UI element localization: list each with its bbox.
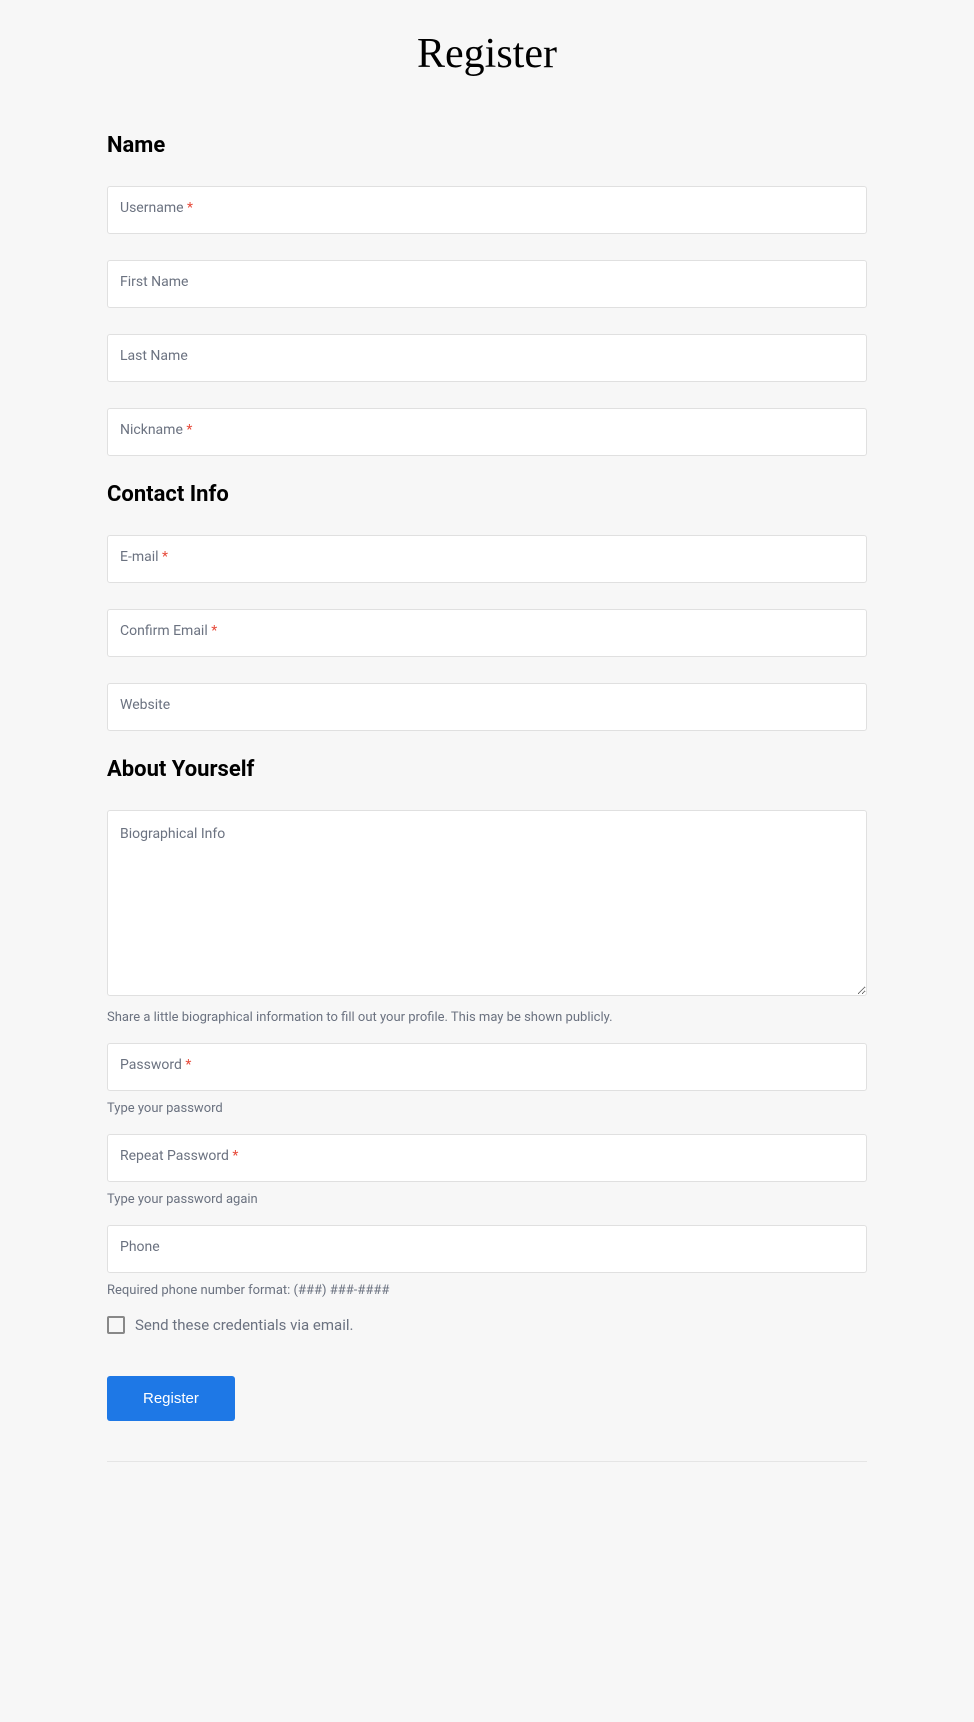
- password-input[interactable]: [107, 1043, 867, 1091]
- username-field-wrapper: Username *: [107, 186, 867, 234]
- section-heading-contact: Contact Info: [107, 482, 867, 507]
- phone-field-wrapper: Phone: [107, 1225, 867, 1273]
- username-input[interactable]: [107, 186, 867, 234]
- last-name-field-wrapper: Last Name: [107, 334, 867, 382]
- register-button[interactable]: Register: [107, 1376, 235, 1421]
- password-field-wrapper: Password *: [107, 1043, 867, 1091]
- phone-help-text: Required phone number format: (###) ###-…: [107, 1283, 867, 1298]
- phone-input[interactable]: [107, 1225, 867, 1273]
- send-credentials-label: Send these credentials via email.: [135, 1316, 353, 1334]
- page-title: Register: [107, 30, 867, 78]
- first-name-input[interactable]: [107, 260, 867, 308]
- nickname-input[interactable]: [107, 408, 867, 456]
- repeat-password-field-wrapper: Repeat Password *: [107, 1134, 867, 1182]
- repeat-password-help-text: Type your password again: [107, 1192, 867, 1207]
- password-help-text: Type your password: [107, 1101, 867, 1116]
- bio-textarea[interactable]: [107, 810, 867, 996]
- confirm-email-input[interactable]: [107, 609, 867, 657]
- bio-field-wrapper: [107, 810, 867, 1000]
- email-field-wrapper: E-mail *: [107, 535, 867, 583]
- first-name-field-wrapper: First Name: [107, 260, 867, 308]
- section-heading-about: About Yourself: [107, 757, 867, 782]
- confirm-email-field-wrapper: Confirm Email *: [107, 609, 867, 657]
- section-heading-name: Name: [107, 133, 867, 158]
- send-credentials-checkbox[interactable]: [107, 1316, 125, 1334]
- website-input[interactable]: [107, 683, 867, 731]
- send-credentials-row: Send these credentials via email.: [107, 1316, 867, 1334]
- nickname-field-wrapper: Nickname *: [107, 408, 867, 456]
- email-input[interactable]: [107, 535, 867, 583]
- last-name-input[interactable]: [107, 334, 867, 382]
- repeat-password-input[interactable]: [107, 1134, 867, 1182]
- website-field-wrapper: Website: [107, 683, 867, 731]
- bottom-divider: [107, 1461, 867, 1462]
- bio-help-text: Share a little biographical information …: [107, 1010, 867, 1025]
